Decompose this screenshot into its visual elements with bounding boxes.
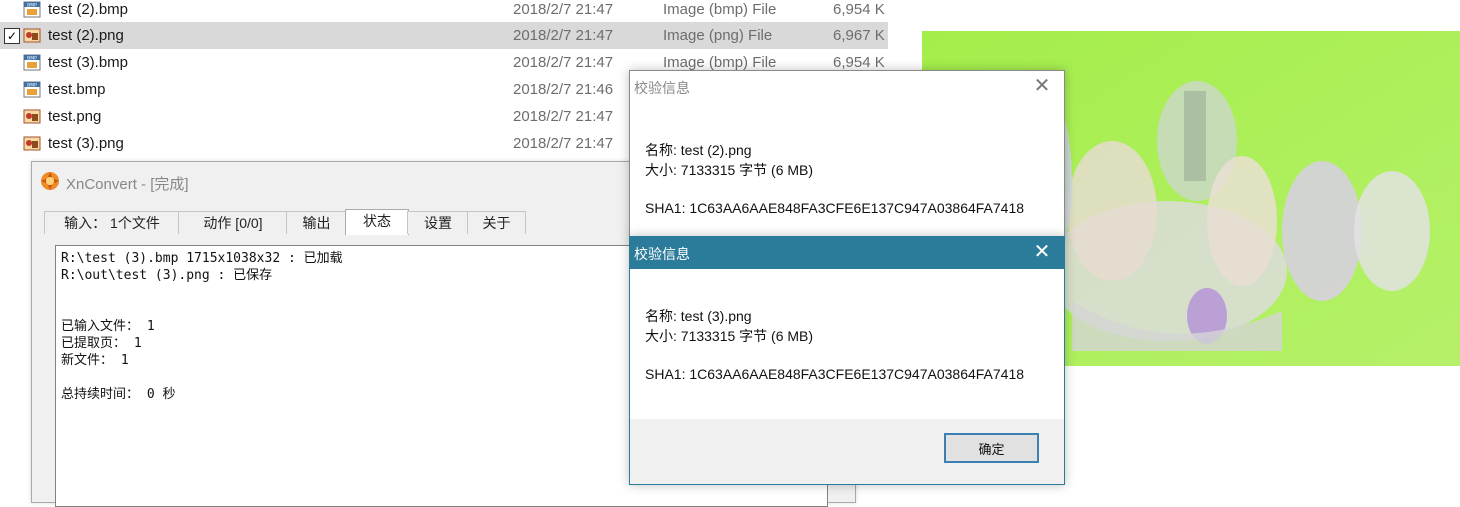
file-size: 6,967 K <box>833 27 885 44</box>
file-row[interactable]: BMP test (2).bmp 2018/2/7 21:47 Image (b… <box>0 0 888 23</box>
tab-status[interactable]: 状态 <box>345 209 409 235</box>
dialog-title: 校验信息 <box>634 246 690 262</box>
bmp-file-icon: BMP <box>23 81 41 98</box>
tab-output[interactable]: 输出 <box>286 211 347 234</box>
checksum-dialog-inactive: 校验信息 ✕ 名称: test (2).png 大小: 7133315 字节 (… <box>629 70 1065 238</box>
tab-actions[interactable]: 动作 [0/0] <box>178 211 288 234</box>
bmp-file-icon: BMP <box>23 54 41 71</box>
dialog-titlebar[interactable]: 校验信息 ✕ <box>630 71 1064 103</box>
png-file-icon <box>23 108 41 125</box>
file-name: test (3).png <box>48 135 124 152</box>
sha1-line: SHA1: 1C63AA6AAE848FA3CFE6E137C947A03864… <box>645 200 1025 216</box>
sha1-line: SHA1: 1C63AA6AAE848FA3CFE6E137C947A03864… <box>645 366 1025 382</box>
file-date: 2018/2/7 21:47 <box>513 27 614 44</box>
file-date: 2018/2/7 21:47 <box>513 54 614 71</box>
log-line: 已输入文件： 1 <box>61 319 155 334</box>
checkmark-icon[interactable]: ✓ <box>4 28 20 44</box>
file-size-line: 大小: 7133315 字节 (6 MB) <box>645 162 814 178</box>
ok-button[interactable]: 确定 <box>944 433 1039 463</box>
dialog-footer: 确定 <box>630 419 1064 484</box>
file-date: 2018/2/7 21:46 <box>513 81 614 98</box>
file-row-selected[interactable]: ✓ test (2).png 2018/2/7 21:47 Image (png… <box>0 22 888 49</box>
log-line: 已提取页： 1 <box>61 336 142 351</box>
file-date: 2018/2/7 21:47 <box>513 135 614 152</box>
png-file-icon <box>23 135 41 152</box>
file-type: Image (png) File <box>663 27 773 44</box>
tab-settings[interactable]: 设置 <box>407 211 469 234</box>
svg-text:BMP: BMP <box>27 55 37 61</box>
bmp-file-icon: BMP <box>23 1 41 18</box>
file-size: 6,954 K <box>833 1 885 18</box>
file-date: 2018/2/7 21:47 <box>513 108 614 125</box>
file-name-line: 名称: test (2).png <box>645 142 752 158</box>
log-line: 新文件： 1 <box>61 353 129 368</box>
file-name: test (2).png <box>48 27 124 44</box>
xnconvert-logo-icon <box>40 171 60 191</box>
file-name: test (2).bmp <box>48 1 129 18</box>
file-date: 2018/2/7 21:47 <box>513 1 614 18</box>
log-line: 总持续时间： 0 秒 <box>61 387 176 402</box>
file-size: 6,954 K <box>833 54 885 71</box>
png-file-icon <box>23 27 41 44</box>
close-icon[interactable]: ✕ <box>1020 237 1064 269</box>
svg-text:BMP: BMP <box>27 2 37 8</box>
checksum-dialog-active: 校验信息 ✕ 名称: test (3).png 大小: 7133315 字节 (… <box>629 236 1065 485</box>
tab-about[interactable]: 关于 <box>467 211 526 234</box>
close-icon[interactable]: ✕ <box>1020 71 1064 103</box>
file-size-line: 大小: 7133315 字节 (6 MB) <box>645 328 814 344</box>
window-title: XnConvert - [完成] <box>66 176 189 193</box>
file-name: test (3).bmp <box>48 54 129 71</box>
svg-text:BMP: BMP <box>27 82 37 88</box>
tab-input[interactable]: 输入： 1个文件 <box>44 211 180 234</box>
log-line: R:\test (3).bmp 1715x1038x32 : 已加载 <box>61 251 343 266</box>
file-type: Image (bmp) File <box>663 1 777 18</box>
file-type: Image (bmp) File <box>663 54 777 71</box>
dialog-title: 校验信息 <box>634 80 690 96</box>
file-name-line: 名称: test (3).png <box>645 308 752 324</box>
file-name: test.bmp <box>48 81 106 98</box>
log-line: R:\out\test (3).png : 已保存 <box>61 268 273 283</box>
dialog-titlebar[interactable]: 校验信息 ✕ <box>630 237 1064 269</box>
file-name: test.png <box>48 108 102 125</box>
